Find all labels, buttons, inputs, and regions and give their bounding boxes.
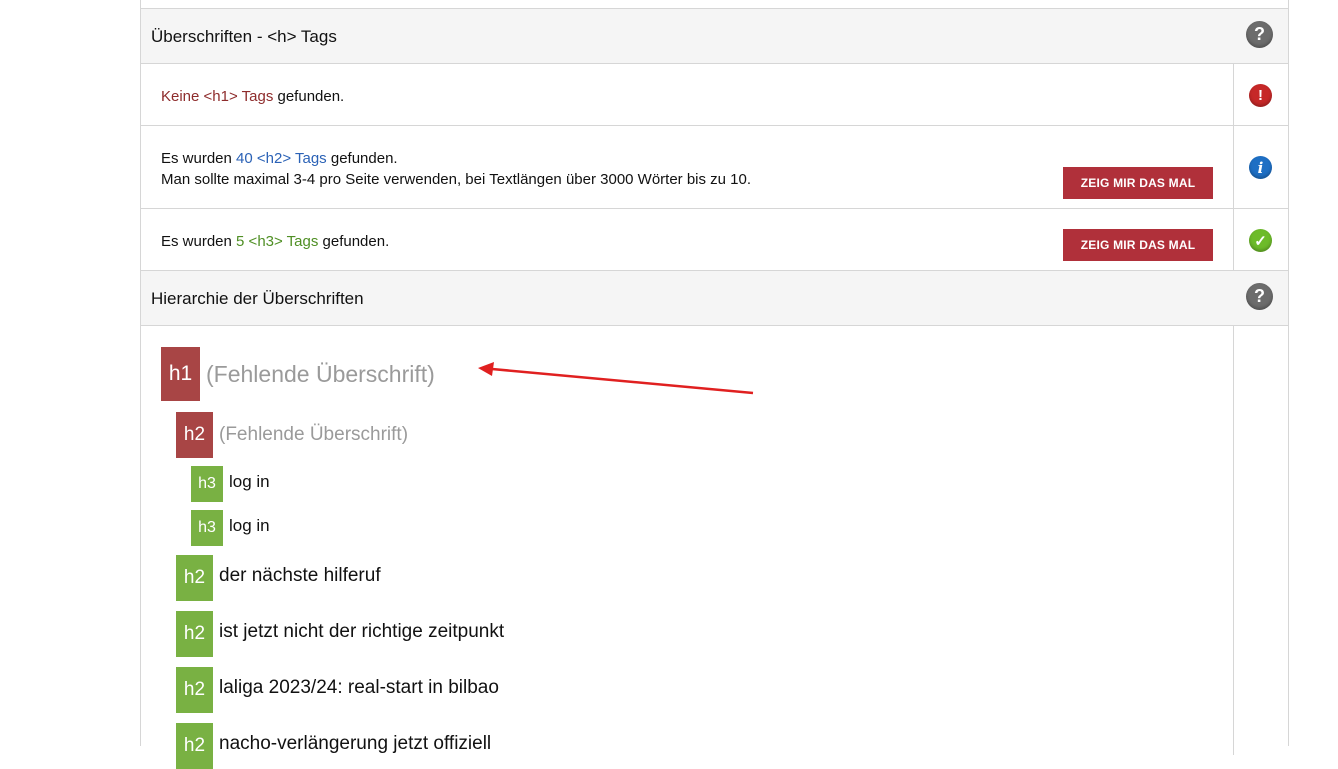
h1-check-highlight: Keine <h1> Tags bbox=[161, 88, 274, 105]
h3-check-suffix: gefunden. bbox=[318, 233, 390, 250]
heading-text: nacho-verlängerung jetzt offiziell bbox=[219, 733, 492, 754]
help-question-icon[interactable]: ? bbox=[1246, 21, 1273, 48]
h1-check-row: Keine <h1> Tags gefunden. ! bbox=[141, 63, 1288, 126]
h3-check-message: Es wurden 5 <h3> Tags gefunden. bbox=[161, 231, 389, 252]
info-icon: i bbox=[1249, 156, 1272, 179]
hierarchy-header-side-cell: ? bbox=[1234, 271, 1288, 326]
h2-check-highlight: 40 <h2> Tags bbox=[236, 150, 327, 167]
hierarchy-section-title: Hierarchie der Überschriften bbox=[151, 289, 364, 308]
heading-text: (Fehlende Überschrift) bbox=[206, 360, 435, 387]
h1-status-cell: ! bbox=[1233, 64, 1288, 126]
heading-badge-h3: h3 bbox=[191, 510, 223, 546]
h2-check-row: Es wurden 40 <h2> Tags gefunden. Man sol… bbox=[141, 125, 1288, 209]
hierarchy-help-question-icon[interactable]: ? bbox=[1246, 283, 1273, 310]
h3-check-row: Es wurden 5 <h3> Tags gefunden. ZEIG MIR… bbox=[141, 208, 1288, 271]
heading-text: laliga 2023/24: real-start in bilbao bbox=[219, 677, 499, 698]
heading-badge-h3: h3 bbox=[191, 466, 223, 502]
headings-section-title: Überschriften - <h> Tags bbox=[151, 27, 337, 46]
heading-badge-h1: h1 bbox=[161, 347, 200, 401]
hierarchy-section-header: Hierarchie der Überschriften ? bbox=[141, 270, 1288, 326]
tree-item-h3: h3 log in bbox=[191, 466, 270, 502]
h2-check-prefix: Es wurden bbox=[161, 150, 237, 167]
heading-text: log in bbox=[229, 516, 270, 535]
header-side-cell: ? bbox=[1234, 9, 1288, 64]
h3-status-cell: ✓ bbox=[1233, 209, 1288, 271]
tree-item-h2: h2 nacho-verlängerung jetzt offiziell bbox=[176, 723, 491, 769]
h2-status-cell: i bbox=[1233, 126, 1288, 209]
h2-check-line2: Man sollte maximal 3-4 pro Seite verwend… bbox=[161, 171, 752, 188]
h1-check-rest: gefunden. bbox=[273, 88, 345, 105]
heading-text: log in bbox=[229, 472, 270, 491]
tree-item-h2: h2 laliga 2023/24: real-start in bilbao bbox=[176, 667, 499, 713]
heading-badge-h2: h2 bbox=[176, 723, 213, 769]
check-ok-icon: ✓ bbox=[1249, 229, 1272, 252]
show-h3-button[interactable]: ZEIG MIR DAS MAL bbox=[1063, 229, 1213, 261]
seo-headings-panel: Überschriften - <h> Tags ? Keine <h1> Ta… bbox=[140, 0, 1289, 769]
heading-badge-h2: h2 bbox=[176, 611, 213, 657]
heading-badge-h2: h2 bbox=[176, 555, 213, 601]
tree-item-h1: h1 (Fehlende Überschrift) bbox=[161, 347, 435, 401]
heading-badge-h2: h2 bbox=[176, 667, 213, 713]
tree-item-h2: h2 ist jetzt nicht der richtige zeitpunk… bbox=[176, 611, 504, 657]
heading-badge-h2: h2 bbox=[176, 412, 213, 458]
tree-item-h2: h2 (Fehlende Überschrift) bbox=[176, 412, 408, 458]
h3-check-highlight: 5 <h3> Tags bbox=[236, 233, 319, 250]
tree-item-h3: h3 log in bbox=[191, 510, 270, 546]
h3-check-prefix: Es wurden bbox=[161, 233, 237, 250]
h2-check-message: Es wurden 40 <h2> Tags gefunden. Man sol… bbox=[161, 148, 751, 190]
heading-text: (Fehlende Überschrift) bbox=[219, 424, 409, 445]
heading-text: der nächste hilferuf bbox=[219, 565, 381, 586]
tree-item-h2: h2 der nächste hilferuf bbox=[176, 555, 381, 601]
error-icon: ! bbox=[1249, 84, 1272, 107]
h2-check-suffix: gefunden. bbox=[326, 150, 398, 167]
headings-section-header: Überschriften - <h> Tags ? bbox=[141, 8, 1288, 64]
hierarchy-tree-row: h1 (Fehlende Überschrift) h2 (Fehlende Ü… bbox=[141, 325, 1288, 769]
hierarchy-side-cell bbox=[1233, 326, 1288, 755]
heading-text: ist jetzt nicht der richtige zeitpunkt bbox=[219, 621, 505, 642]
show-h2-button[interactable]: ZEIG MIR DAS MAL bbox=[1063, 167, 1213, 199]
h1-check-message: Keine <h1> Tags gefunden. bbox=[161, 86, 344, 107]
h2-check-line1: Es wurden 40 <h2> Tags gefunden. bbox=[161, 148, 751, 169]
